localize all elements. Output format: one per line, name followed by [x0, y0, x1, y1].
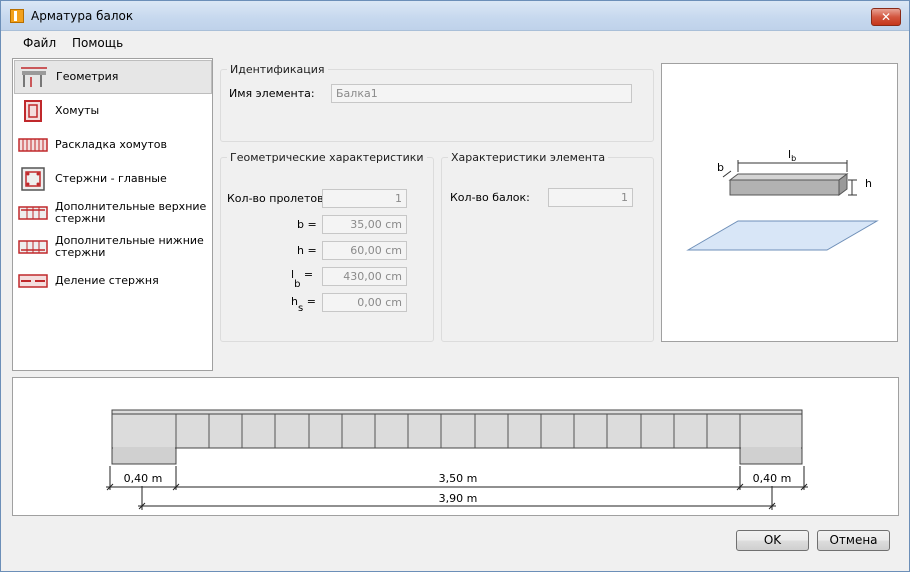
spans-label: Кол-во пролетов: [227, 192, 328, 205]
b-dimension-line [722, 170, 732, 178]
nav-item-top-bars[interactable]: Дополнительные верхние стержни [14, 196, 212, 230]
right-support-dimension: 0,40 m [753, 472, 792, 485]
nav-label-stirrups: Хомуты [55, 104, 100, 117]
ground-plane [686, 220, 879, 251]
left-support [111, 447, 177, 465]
lb-field[interactable]: 430,00 cm [322, 267, 407, 286]
nav-item-stirrup-layout[interactable]: Раскладка хомутов [14, 128, 212, 162]
menu-bar: Файл Помощь [1, 31, 909, 55]
nav-item-bottom-bars[interactable]: Дополнительные нижние стержни [14, 230, 212, 264]
cancel-button[interactable]: Отмена [817, 530, 890, 551]
menu-file[interactable]: Файл [23, 36, 56, 50]
beams-field[interactable]: 1 [548, 188, 633, 207]
hs-symbol: h [291, 295, 298, 308]
preview-h-label: h [865, 177, 872, 190]
element-name-field[interactable]: Балка1 [331, 84, 632, 103]
spans-field[interactable]: 1 [322, 189, 407, 208]
nav-label-top-bars: Дополнительные верхние стержни [55, 200, 207, 225]
app-logo-icon [10, 9, 24, 23]
stirrup-icon [24, 100, 42, 122]
menu-help[interactable]: Помощь [72, 36, 123, 50]
preview-b-label: b [717, 161, 724, 174]
top-bars-icon [18, 206, 48, 220]
nav-panel: Геометрия Хомуты Раскладка хомутов Стерж… [12, 58, 213, 371]
hs-label: hs = [291, 295, 316, 315]
stirrup-layout-icon [18, 138, 48, 152]
identification-title: Идентификация [227, 63, 328, 76]
geometry-group: Геометрические характеристики Кол-во про… [220, 151, 434, 342]
hs-subscript: s [297, 303, 304, 315]
lb-eq: = [303, 268, 314, 281]
nav-item-main-bars[interactable]: Стержни - главные [14, 162, 212, 196]
beam-body [111, 409, 803, 449]
nav-label-main-bars: Стержни - главные [55, 172, 167, 185]
element-group: Характеристики элемента Кол-во балок: 1 [441, 151, 654, 342]
h-field[interactable]: 60,00 cm [322, 241, 407, 260]
beam-geometry-icon [21, 67, 47, 87]
lb-subscript: b [294, 279, 301, 291]
beam-top-face [728, 173, 849, 181]
span-dimension: 3,50 m [439, 472, 478, 485]
beam-diagram-pane: 0,40 m 3,50 m 0,40 m 3,90 m [12, 377, 899, 516]
geometry-title: Геометрические характеристики [227, 151, 427, 164]
nav-label-bar-division: Деление стержня [55, 274, 159, 287]
bar-division-icon [18, 274, 48, 288]
total-length-dimension: 3,90 m [439, 492, 478, 505]
close-button[interactable]: ✕ [871, 8, 901, 26]
hs-field[interactable]: 0,00 cm [322, 293, 407, 312]
title-bar: Арматура балок ✕ [1, 1, 909, 31]
nav-item-geometry[interactable]: Геометрия [14, 60, 212, 94]
right-support-joint [741, 447, 801, 449]
b-label: b = [297, 218, 317, 231]
main-bars-icon [21, 167, 45, 191]
beams-label: Кол-во балок: [450, 191, 530, 204]
left-support-dimension: 0,40 m [124, 472, 163, 485]
beam-elevation-diagram: 0,40 m 3,50 m 0,40 m 3,90 m [106, 409, 808, 510]
b-field[interactable]: 35,00 cm [322, 215, 407, 234]
beam-front-face [729, 179, 840, 196]
beam-3d-drawing: lb h b [686, 148, 879, 251]
main-window: Арматура балок ✕ Файл Помощь Геометрия Х… [0, 0, 910, 572]
element-name-label: Имя элемента: [229, 87, 315, 100]
nav-label-geometry: Геометрия [56, 70, 119, 83]
nav-label-bottom-bars: Дополнительные нижние стержни [55, 234, 204, 259]
window-title: Арматура балок [31, 9, 134, 23]
h-label: h = [297, 244, 317, 257]
lb-label: lb = [291, 268, 314, 290]
bottom-bars-icon [18, 240, 48, 254]
right-support [739, 447, 803, 465]
element-title: Характеристики элемента [448, 151, 609, 164]
beam-preview: lb h b [661, 63, 898, 342]
ok-button[interactable]: OK [736, 530, 809, 551]
preview-lb-label: lb [788, 148, 796, 163]
nav-item-stirrups[interactable]: Хомуты [14, 94, 212, 128]
nav-item-bar-division[interactable]: Деление стержня [14, 264, 212, 298]
identification-group: Идентификация Имя элемента: Балка1 [220, 63, 654, 142]
left-support-joint [113, 447, 175, 449]
hs-eq: = [306, 295, 316, 308]
nav-label-stirrup-layout: Раскладка хомутов [55, 138, 167, 151]
